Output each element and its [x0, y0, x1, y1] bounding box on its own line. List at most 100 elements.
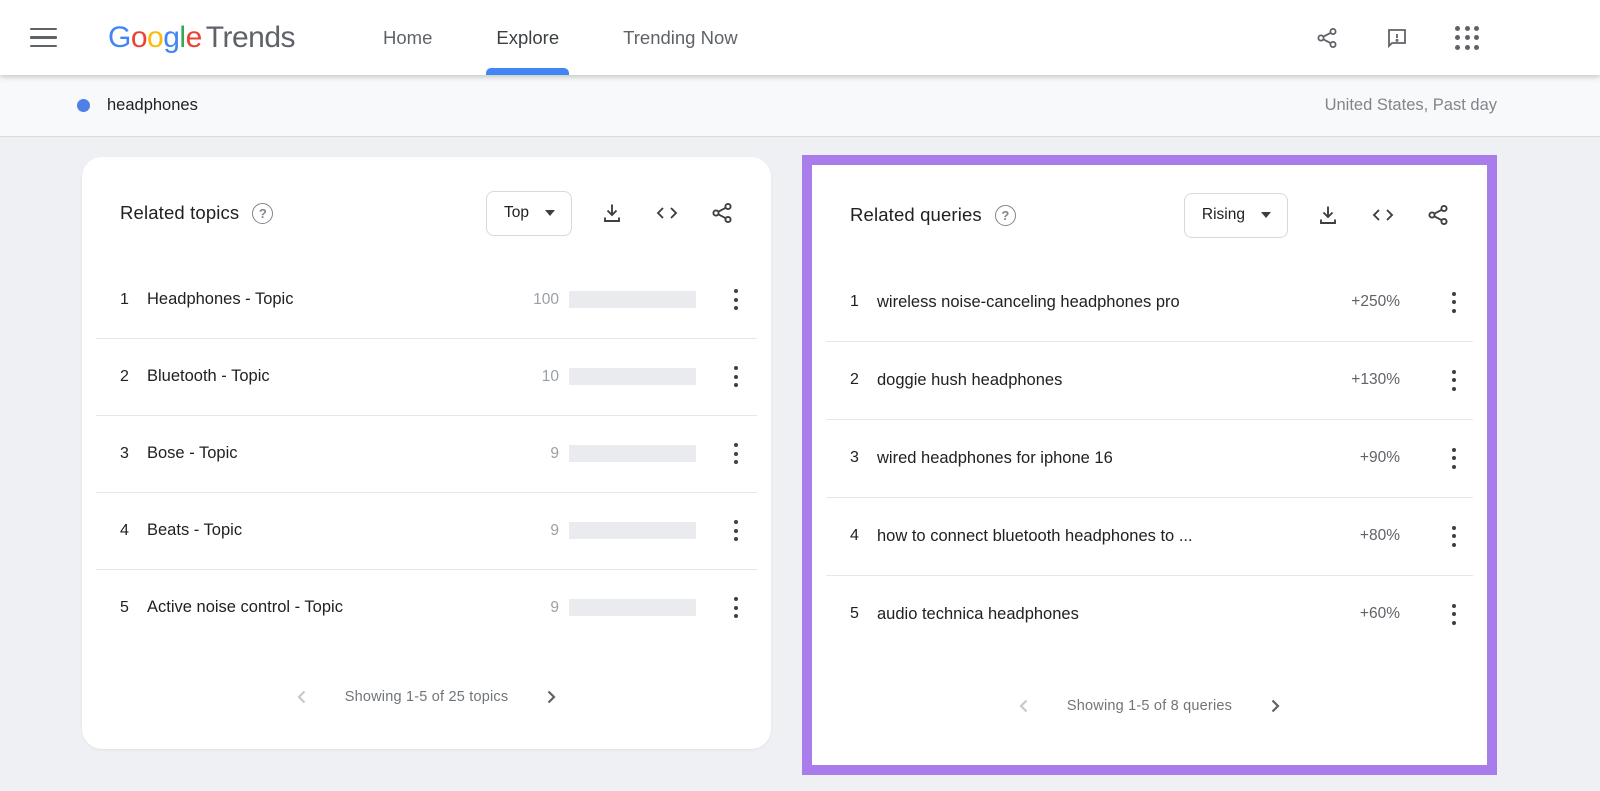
query-change: +80% — [1359, 527, 1400, 544]
share-icon[interactable] — [1306, 17, 1348, 59]
more-options-icon[interactable] — [1441, 363, 1467, 397]
topic-value: 10 — [541, 367, 559, 385]
related-topics-list: 1 Headphones - Topic 100 2 Bluetooth - T… — [82, 261, 771, 646]
related-queries-list: 1 wireless noise-canceling headphones pr… — [812, 263, 1487, 653]
region-timerange-label[interactable]: United States, Past day — [1325, 96, 1497, 115]
more-options-icon[interactable] — [723, 591, 749, 625]
download-icon[interactable] — [597, 196, 627, 230]
topic-rank: 5 — [120, 598, 129, 616]
topics-pagination: Showing 1-5 of 25 topics — [82, 684, 771, 710]
related-topics-header: Related topics ? Top — [82, 157, 771, 257]
more-options-icon[interactable] — [723, 514, 749, 548]
topics-pagination-label: Showing 1-5 of 25 topics — [344, 689, 509, 705]
topic-label[interactable]: Headphones - Topic — [147, 290, 515, 309]
related-topics-title: Related topics — [120, 202, 240, 223]
previous-page-icon[interactable] — [1011, 693, 1037, 719]
top-navbar: Google Trends Home Explore Trending Now — [0, 0, 1600, 75]
query-label[interactable]: how to connect bluetooth headphones to .… — [877, 527, 1360, 546]
term-color-dot — [77, 99, 90, 112]
topics-sort-dropdown[interactable]: Top — [486, 190, 572, 236]
nav-tab[interactable]: Home — [351, 0, 464, 75]
topic-rank: 1 — [120, 290, 129, 308]
more-options-icon[interactable] — [1441, 597, 1467, 631]
query-row: 1 wireless noise-canceling headphones pr… — [812, 263, 1487, 341]
nav-tab[interactable]: Trending Now — [591, 0, 769, 75]
topic-rank: 3 — [120, 444, 129, 462]
topic-row: 2 Bluetooth - Topic 10 — [82, 338, 771, 415]
next-page-icon[interactable] — [1262, 693, 1288, 719]
topic-label[interactable]: Bose - Topic — [147, 444, 515, 463]
download-icon[interactable] — [1313, 198, 1343, 232]
hamburger-menu-icon[interactable] — [30, 16, 74, 60]
query-label[interactable]: doggie hush headphones — [877, 371, 1351, 390]
more-options-icon[interactable] — [723, 360, 749, 394]
query-row: 4 how to connect bluetooth headphones to… — [812, 497, 1487, 575]
nav-tab-label: Trending Now — [623, 26, 738, 48]
chevron-down-icon — [545, 210, 555, 216]
query-row: 2 doggie hush headphones +130% — [812, 341, 1487, 419]
help-icon[interactable]: ? — [252, 202, 274, 224]
topic-rank: 4 — [120, 521, 129, 539]
main-content: Related topics ? Top 1 Headphones - Topi… — [0, 137, 1600, 791]
related-queries-header: Related queries ? Rising — [812, 165, 1487, 259]
more-options-icon[interactable] — [723, 283, 749, 317]
related-topics-card: Related topics ? Top 1 Headphones - Topi… — [82, 157, 771, 749]
topic-bar — [569, 291, 696, 308]
query-rank: 2 — [850, 371, 859, 388]
next-page-icon[interactable] — [538, 684, 564, 710]
embed-code-icon[interactable] — [1368, 198, 1398, 232]
google-trends-logo[interactable]: Google Trends — [108, 20, 296, 55]
topic-row: 4 Beats - Topic 9 — [82, 492, 771, 569]
trends-logo-text: Trends — [205, 20, 296, 54]
chevron-down-icon — [1261, 212, 1271, 218]
topic-value: 9 — [550, 444, 559, 462]
topic-label[interactable]: Active noise control - Topic — [147, 598, 515, 617]
queries-pagination-label: Showing 1-5 of 8 queries — [1066, 698, 1233, 714]
query-rank: 5 — [850, 605, 859, 622]
query-label[interactable]: audio technica headphones — [877, 605, 1360, 624]
topic-row: 3 Bose - Topic 9 — [82, 415, 771, 492]
previous-page-icon[interactable] — [289, 684, 315, 710]
more-options-icon[interactable] — [1441, 519, 1467, 553]
topic-rank: 2 — [120, 367, 129, 385]
query-change: +250% — [1351, 293, 1400, 310]
queries-highlight-frame: Related queries ? Rising 1 wireless nois… — [802, 155, 1497, 775]
topic-value: 9 — [550, 521, 559, 539]
query-label[interactable]: wireless noise-canceling headphones pro — [877, 293, 1351, 312]
more-options-icon[interactable] — [1441, 441, 1467, 475]
more-options-icon[interactable] — [723, 437, 749, 471]
topic-bar — [569, 599, 696, 616]
queries-sort-value: Rising — [1201, 206, 1245, 223]
nav-tab-label: Home — [383, 26, 433, 48]
embed-code-icon[interactable] — [652, 196, 682, 230]
related-queries-card: Related queries ? Rising 1 wireless nois… — [812, 165, 1487, 765]
apps-grid-icon[interactable] — [1446, 17, 1488, 59]
more-options-icon[interactable] — [1441, 285, 1467, 319]
navbar-actions — [1306, 17, 1488, 59]
topics-sort-value: Top — [504, 204, 529, 221]
nav-tabs: Home Explore Trending Now — [351, 0, 770, 75]
feedback-icon[interactable] — [1376, 17, 1418, 59]
query-rank: 3 — [850, 449, 859, 466]
query-rank: 1 — [850, 293, 859, 310]
queries-sort-dropdown[interactable]: Rising — [1183, 192, 1288, 238]
share-icon[interactable] — [707, 196, 737, 230]
topic-label[interactable]: Bluetooth - Topic — [147, 367, 515, 386]
query-rank: 4 — [850, 527, 859, 544]
google-logo-letters: Google — [108, 20, 202, 54]
topic-value: 9 — [550, 598, 559, 616]
topic-row: 5 Active noise control - Topic 9 — [82, 569, 771, 646]
query-row: 3 wired headphones for iphone 16 +90% — [812, 419, 1487, 497]
nav-tab-label: Explore — [496, 26, 560, 48]
query-change: +130% — [1351, 371, 1400, 388]
help-icon[interactable]: ? — [994, 204, 1016, 226]
query-label[interactable]: wired headphones for iphone 16 — [877, 449, 1360, 468]
nav-tab[interactable]: Explore — [464, 0, 591, 75]
query-row: 5 audio technica headphones +60% — [812, 575, 1487, 653]
topic-bar — [569, 522, 696, 539]
topic-label[interactable]: Beats - Topic — [147, 521, 515, 540]
share-icon[interactable] — [1423, 198, 1453, 232]
search-term-label[interactable]: headphones — [107, 96, 198, 115]
related-queries-title: Related queries — [850, 204, 982, 225]
query-change: +90% — [1359, 449, 1400, 466]
